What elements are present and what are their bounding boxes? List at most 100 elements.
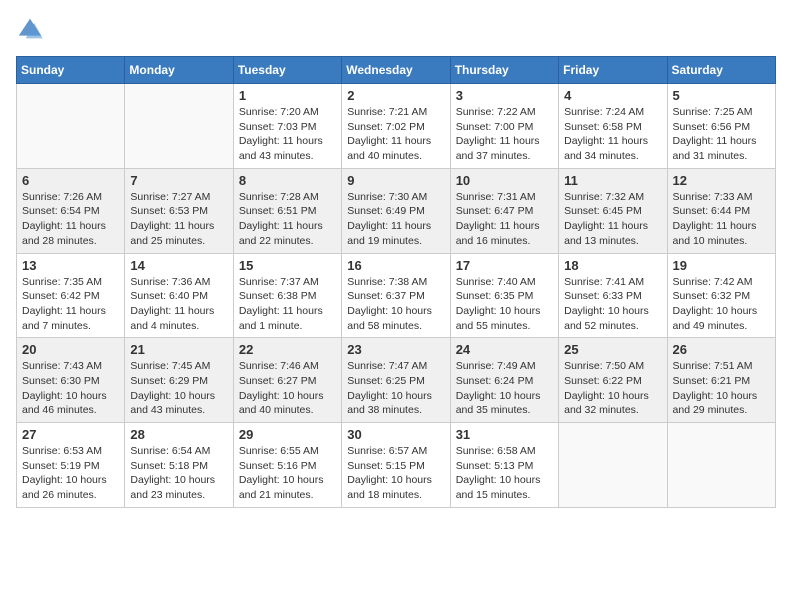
calendar-cell: 22 Sunrise: 7:46 AM Sunset: 6:27 PM Dayli… (233, 338, 341, 423)
calendar-week-row: 1Sunrise: 7:20 AM Sunset: 7:03 PM Daylig… (17, 84, 776, 169)
day-of-week-header: Thursday (450, 57, 558, 84)
day-info: Sunrise: 7:21 AM Sunset: 7:02 PM Dayligh… (347, 105, 444, 164)
day-info: Sunrise: 7:26 AM Sunset: 6:54 PM Dayligh… (22, 190, 119, 249)
day-number: 23 (347, 342, 444, 357)
calendar-cell: 17 Sunrise: 7:40 AM Sunset: 6:35 PM Dayli… (450, 253, 558, 338)
day-of-week-header: Tuesday (233, 57, 341, 84)
calendar-cell: 21 Sunrise: 7:45 AM Sunset: 6:29 PM Dayli… (125, 338, 233, 423)
day-info: Sunrise: 7:37 AM Sunset: 6:38 PM Dayligh… (239, 275, 336, 334)
day-number: 31 (456, 427, 553, 442)
calendar-cell: 7 Sunrise: 7:27 AM Sunset: 6:53 PM Daylig… (125, 168, 233, 253)
day-number: 4 (564, 88, 661, 103)
calendar-cell: 20Sunrise: 7:43 AM Sunset: 6:30 PM Dayli… (17, 338, 125, 423)
day-of-week-header: Monday (125, 57, 233, 84)
day-number: 1 (239, 88, 336, 103)
day-number: 27 (22, 427, 119, 442)
calendar-cell: 26 Sunrise: 7:51 AM Sunset: 6:21 PM Dayli… (667, 338, 775, 423)
day-number: 28 (130, 427, 227, 442)
day-number: 19 (673, 258, 770, 273)
calendar-cell: 1Sunrise: 7:20 AM Sunset: 7:03 PM Daylig… (233, 84, 341, 169)
calendar-week-row: 13Sunrise: 7:35 AM Sunset: 6:42 PM Dayli… (17, 253, 776, 338)
calendar-cell: 27 Sunrise: 6:53 AM Sunset: 5:19 PM Dayli… (17, 423, 125, 508)
day-info: Sunrise: 7:31 AM Sunset: 6:47 PM Dayligh… (456, 190, 553, 249)
day-of-week-header: Sunday (17, 57, 125, 84)
calendar-cell: 4 Sunrise: 7:24 AM Sunset: 6:58 PM Daylig… (559, 84, 667, 169)
calendar-cell (17, 84, 125, 169)
calendar-cell: 3 Sunrise: 7:22 AM Sunset: 7:00 PM Daylig… (450, 84, 558, 169)
day-number: 30 (347, 427, 444, 442)
day-info: Sunrise: 7:43 AM Sunset: 6:30 PM Dayligh… (22, 359, 119, 418)
day-number: 5 (673, 88, 770, 103)
day-of-week-header: Friday (559, 57, 667, 84)
day-number: 7 (130, 173, 227, 188)
calendar-week-row: 6 Sunrise: 7:26 AM Sunset: 6:54 PM Daylig… (17, 168, 776, 253)
day-info: Sunrise: 7:22 AM Sunset: 7:00 PM Dayligh… (456, 105, 553, 164)
day-number: 8 (239, 173, 336, 188)
day-number: 24 (456, 342, 553, 357)
day-info: Sunrise: 7:32 AM Sunset: 6:45 PM Dayligh… (564, 190, 661, 249)
logo (16, 16, 48, 44)
day-info: Sunrise: 7:41 AM Sunset: 6:33 PM Dayligh… (564, 275, 661, 334)
calendar-cell: 5 Sunrise: 7:25 AM Sunset: 6:56 PM Daylig… (667, 84, 775, 169)
day-of-week-header: Saturday (667, 57, 775, 84)
day-info: Sunrise: 7:42 AM Sunset: 6:32 PM Dayligh… (673, 275, 770, 334)
day-info: Sunrise: 7:36 AM Sunset: 6:40 PM Dayligh… (130, 275, 227, 334)
calendar-cell (125, 84, 233, 169)
day-info: Sunrise: 7:25 AM Sunset: 6:56 PM Dayligh… (673, 105, 770, 164)
calendar-cell: 13Sunrise: 7:35 AM Sunset: 6:42 PM Dayli… (17, 253, 125, 338)
day-info: Sunrise: 7:51 AM Sunset: 6:21 PM Dayligh… (673, 359, 770, 418)
day-number: 12 (673, 173, 770, 188)
day-number: 10 (456, 173, 553, 188)
day-info: Sunrise: 7:33 AM Sunset: 6:44 PM Dayligh… (673, 190, 770, 249)
day-info: Sunrise: 7:27 AM Sunset: 6:53 PM Dayligh… (130, 190, 227, 249)
day-number: 9 (347, 173, 444, 188)
day-info: Sunrise: 6:57 AM Sunset: 5:15 PM Dayligh… (347, 444, 444, 503)
calendar-cell: 10 Sunrise: 7:31 AM Sunset: 6:47 PM Dayli… (450, 168, 558, 253)
day-number: 22 (239, 342, 336, 357)
day-number: 26 (673, 342, 770, 357)
calendar-cell: 29Sunrise: 6:55 AM Sunset: 5:16 PM Dayli… (233, 423, 341, 508)
calendar-cell: 19 Sunrise: 7:42 AM Sunset: 6:32 PM Dayli… (667, 253, 775, 338)
calendar-cell: 16Sunrise: 7:38 AM Sunset: 6:37 PM Dayli… (342, 253, 450, 338)
day-info: Sunrise: 7:40 AM Sunset: 6:35 PM Dayligh… (456, 275, 553, 334)
day-info: Sunrise: 7:45 AM Sunset: 6:29 PM Dayligh… (130, 359, 227, 418)
day-number: 16 (347, 258, 444, 273)
day-number: 3 (456, 88, 553, 103)
day-number: 17 (456, 258, 553, 273)
calendar-table: SundayMondayTuesdayWednesdayThursdayFrid… (16, 56, 776, 508)
day-number: 2 (347, 88, 444, 103)
calendar-cell: 11 Sunrise: 7:32 AM Sunset: 6:45 PM Dayli… (559, 168, 667, 253)
calendar-cell: 6 Sunrise: 7:26 AM Sunset: 6:54 PM Daylig… (17, 168, 125, 253)
calendar-cell: 12 Sunrise: 7:33 AM Sunset: 6:44 PM Dayli… (667, 168, 775, 253)
calendar-cell (667, 423, 775, 508)
day-number: 29 (239, 427, 336, 442)
day-number: 6 (22, 173, 119, 188)
calendar-cell: 24 Sunrise: 7:49 AM Sunset: 6:24 PM Dayli… (450, 338, 558, 423)
calendar-cell: 15 Sunrise: 7:37 AM Sunset: 6:38 PM Dayli… (233, 253, 341, 338)
page-header (16, 16, 776, 44)
calendar-cell: 30 Sunrise: 6:57 AM Sunset: 5:15 PM Dayli… (342, 423, 450, 508)
calendar-cell: 9 Sunrise: 7:30 AM Sunset: 6:49 PM Daylig… (342, 168, 450, 253)
calendar-cell: 14 Sunrise: 7:36 AM Sunset: 6:40 PM Dayli… (125, 253, 233, 338)
calendar-cell: 18Sunrise: 7:41 AM Sunset: 6:33 PM Dayli… (559, 253, 667, 338)
day-number: 13 (22, 258, 119, 273)
day-number: 25 (564, 342, 661, 357)
day-number: 15 (239, 258, 336, 273)
day-number: 21 (130, 342, 227, 357)
calendar-week-row: 20Sunrise: 7:43 AM Sunset: 6:30 PM Dayli… (17, 338, 776, 423)
day-info: Sunrise: 7:46 AM Sunset: 6:27 PM Dayligh… (239, 359, 336, 418)
day-info: Sunrise: 6:53 AM Sunset: 5:19 PM Dayligh… (22, 444, 119, 503)
calendar-cell (559, 423, 667, 508)
day-info: Sunrise: 7:30 AM Sunset: 6:49 PM Dayligh… (347, 190, 444, 249)
calendar-cell: 23 Sunrise: 7:47 AM Sunset: 6:25 PM Dayli… (342, 338, 450, 423)
calendar-cell: 8Sunrise: 7:28 AM Sunset: 6:51 PM Daylig… (233, 168, 341, 253)
day-info: Sunrise: 7:47 AM Sunset: 6:25 PM Dayligh… (347, 359, 444, 418)
calendar-cell: 25Sunrise: 7:50 AM Sunset: 6:22 PM Dayli… (559, 338, 667, 423)
day-of-week-header: Wednesday (342, 57, 450, 84)
day-number: 11 (564, 173, 661, 188)
calendar-week-row: 27 Sunrise: 6:53 AM Sunset: 5:19 PM Dayli… (17, 423, 776, 508)
day-info: Sunrise: 7:49 AM Sunset: 6:24 PM Dayligh… (456, 359, 553, 418)
day-info: Sunrise: 7:24 AM Sunset: 6:58 PM Dayligh… (564, 105, 661, 164)
day-number: 14 (130, 258, 227, 273)
day-info: Sunrise: 6:54 AM Sunset: 5:18 PM Dayligh… (130, 444, 227, 503)
